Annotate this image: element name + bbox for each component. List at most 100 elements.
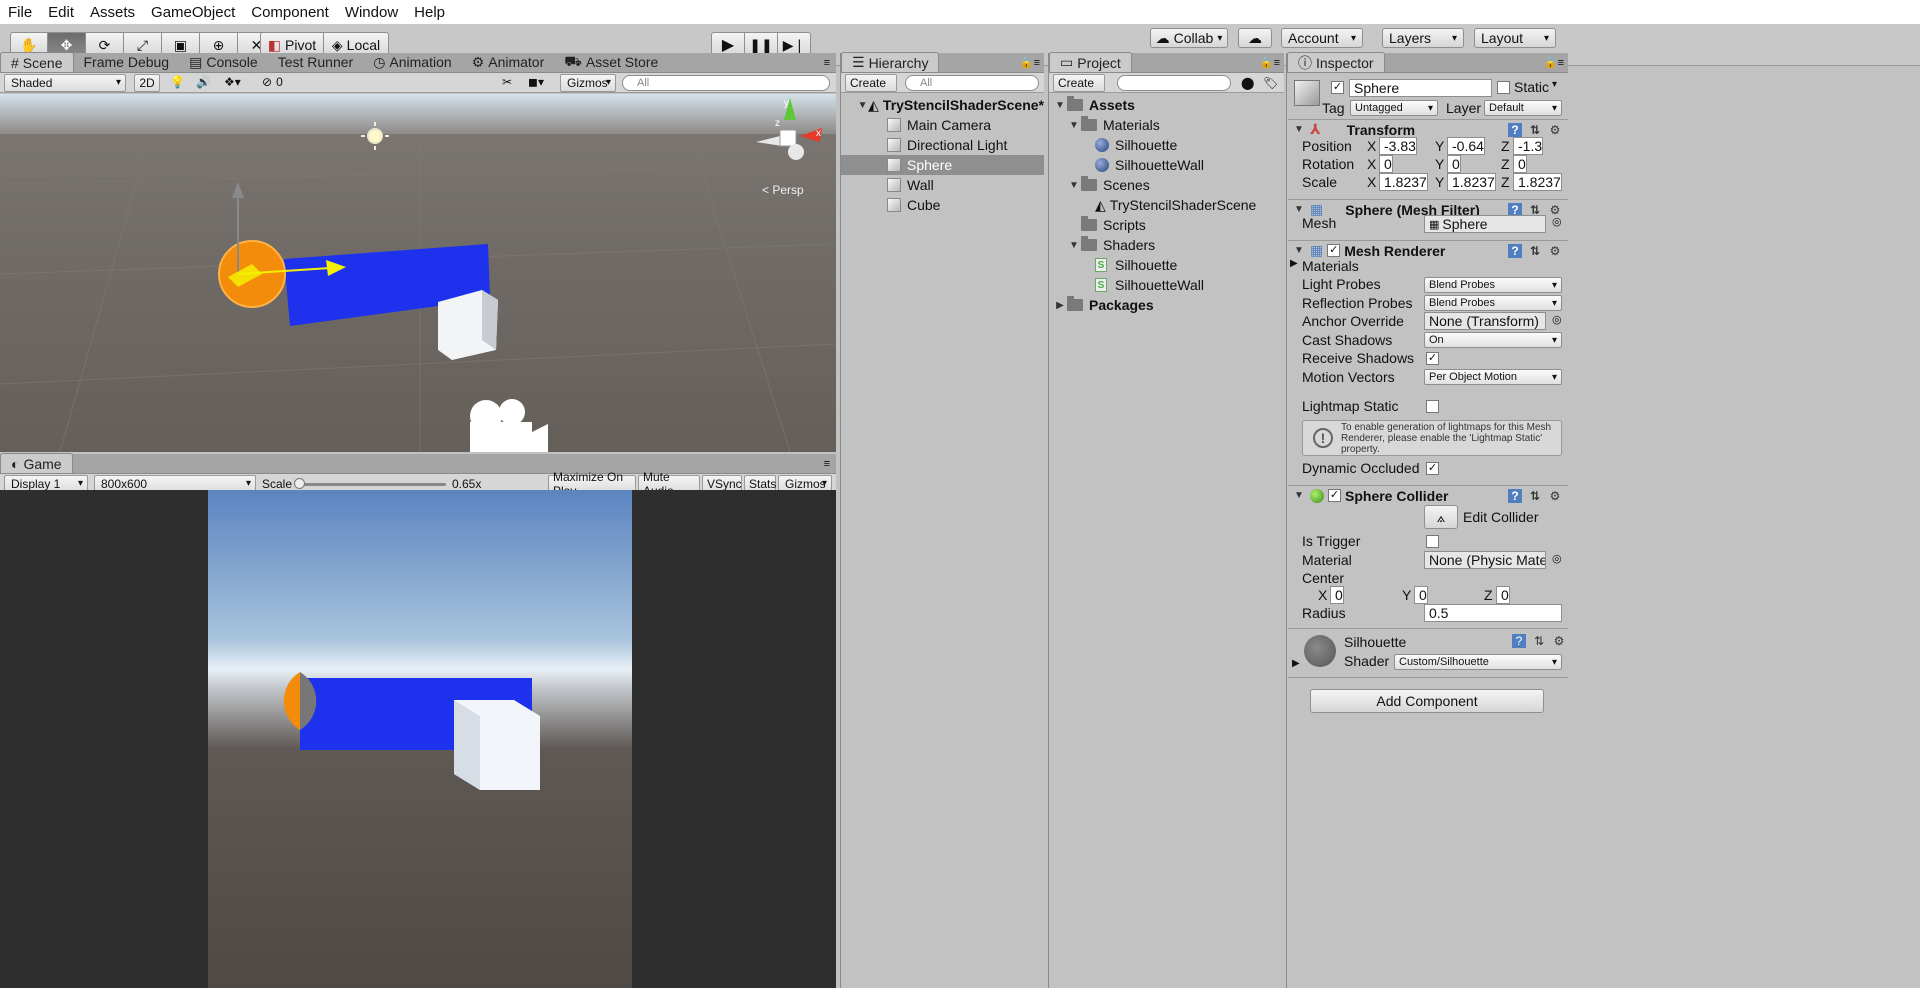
menu-assets[interactable]: Assets [82, 4, 143, 21]
project-shader-silhouette[interactable]: S Silhouette [1049, 255, 1284, 275]
lock-icon[interactable]: 🔒≡ [1256, 56, 1284, 69]
layout-dropdown[interactable]: Layout ▾ [1474, 28, 1556, 48]
preset-icon[interactable]: ⇅ [1528, 123, 1542, 137]
scale-x-field[interactable]: 1.8237 [1379, 173, 1428, 191]
hierarchy-item-sphere[interactable]: Sphere [841, 155, 1044, 175]
project-search-input[interactable] [1117, 75, 1231, 91]
object-picker-icon[interactable]: ◎ [1552, 552, 1562, 565]
project-material-silhouette[interactable]: Silhouette [1049, 135, 1284, 155]
scale-slider[interactable] [294, 478, 446, 489]
project-shaders-folder[interactable]: ▼ Shaders [1049, 235, 1284, 255]
project-assets-folder[interactable]: ▼ Assets [1049, 95, 1284, 115]
shader-dropdown[interactable]: Custom/Silhouette [1394, 654, 1562, 670]
preset-icon[interactable]: ⇅ [1532, 634, 1546, 648]
object-name-field[interactable]: Sphere [1349, 79, 1492, 97]
cloud-button[interactable]: ☁ [1238, 28, 1272, 48]
static-checkbox[interactable] [1497, 81, 1510, 94]
lightmap-static-checkbox[interactable] [1426, 400, 1439, 413]
center-y-field[interactable]: 0 [1414, 586, 1428, 604]
tab-frame-debug[interactable]: Frame Debug [74, 52, 180, 72]
collapse-triangle-icon[interactable]: ▶ [1292, 658, 1300, 669]
tab-inspector[interactable]: ⓘ Inspector [1287, 52, 1385, 72]
edit-collider-button[interactable]: ⟑ [1424, 505, 1458, 529]
tools-icon[interactable]: ✂ [502, 75, 512, 89]
position-y-field[interactable]: -0.64 [1447, 137, 1485, 155]
filter-label-icon[interactable]: 🏷 [1263, 76, 1278, 90]
rotation-x-field[interactable]: 0 [1379, 155, 1393, 173]
materials-label[interactable]: Materials [1302, 258, 1359, 274]
hierarchy-item-directional-light[interactable]: Directional Light [841, 135, 1044, 155]
object-picker-icon[interactable]: ◎ [1552, 215, 1562, 228]
gear-icon[interactable]: ⚙ [1548, 489, 1562, 503]
menu-component[interactable]: Component [243, 4, 337, 21]
mesh-renderer-header[interactable]: ▼ ▦ ✓ Mesh Renderer ? ⇅ ⚙ [1288, 240, 1568, 260]
anchor-override-field[interactable]: None (Transform) [1424, 312, 1546, 330]
hierarchy-item-wall[interactable]: Wall [841, 175, 1044, 195]
tab-animation[interactable]: ◷ Animation [363, 52, 461, 72]
scale-y-field[interactable]: 1.8237 [1447, 173, 1496, 191]
menu-help[interactable]: Help [406, 4, 453, 21]
help-icon[interactable]: ? [1508, 488, 1522, 503]
scale-z-field[interactable]: 1.8237 [1513, 173, 1562, 191]
center-x-field[interactable]: 0 [1330, 586, 1344, 604]
object-picker-icon[interactable]: ◎ [1552, 313, 1562, 326]
effects-toggle-icon[interactable]: ❖▾ [224, 75, 241, 89]
collider-material-field[interactable]: None (Physic Materia [1424, 551, 1546, 569]
menu-gameobject[interactable]: GameObject [143, 4, 243, 21]
menu-window[interactable]: Window [337, 4, 406, 21]
menu-file[interactable]: File [0, 4, 40, 21]
camera-dropdown-icon[interactable]: ◼▾ [528, 75, 544, 89]
filter-type-icon[interactable]: ⬤ [1241, 76, 1254, 90]
collapse-triangle-icon[interactable]: ▶ [1290, 258, 1298, 269]
position-z-field[interactable]: -1.3 [1513, 137, 1544, 155]
gear-icon[interactable]: ⚙ [1548, 123, 1562, 137]
help-icon[interactable]: ? [1508, 122, 1522, 137]
help-icon[interactable]: ? [1512, 634, 1526, 648]
gear-icon[interactable]: ⚙ [1552, 634, 1566, 648]
2d-toggle[interactable]: 2D [134, 73, 160, 92]
hidden-objects-toggle[interactable]: ⊘ 0 [262, 75, 283, 89]
light-probes-dropdown[interactable]: Blend Probes [1424, 277, 1562, 293]
project-packages-folder[interactable]: ▶ Packages [1049, 295, 1284, 315]
tag-dropdown[interactable]: Untagged [1350, 100, 1438, 116]
hierarchy-scene-row[interactable]: ▼ ◭ TryStencilShaderScene* [841, 95, 1044, 115]
tab-test-runner[interactable]: Test Runner [268, 52, 363, 72]
panel-menu-icon[interactable]: ≡ [818, 57, 836, 69]
layer-dropdown[interactable]: Default [1484, 100, 1562, 116]
account-dropdown[interactable]: Account ▾ [1281, 28, 1363, 48]
menu-edit[interactable]: Edit [40, 4, 82, 21]
directional-light-icon[interactable] [367, 128, 383, 144]
tab-scene[interactable]: # Scene [0, 52, 74, 72]
shading-dropdown[interactable]: Shaded [4, 73, 126, 92]
camera-gizmo-icon[interactable] [470, 399, 548, 452]
rotation-z-field[interactable]: 0 [1513, 155, 1527, 173]
center-z-field[interactable]: 0 [1496, 586, 1510, 604]
project-scene-file[interactable]: ◭ TryStencilShaderScene [1049, 195, 1284, 215]
hierarchy-item-cube[interactable]: Cube [841, 195, 1044, 215]
rotation-y-field[interactable]: 0 [1447, 155, 1461, 173]
position-x-field[interactable]: -3.83 [1379, 137, 1417, 155]
scale-slider-thumb[interactable] [294, 478, 305, 489]
reflection-probes-dropdown[interactable]: Blend Probes [1424, 295, 1562, 311]
project-materials-folder[interactable]: ▼ Materials [1049, 115, 1284, 135]
hierarchy-search-input[interactable]: All [905, 75, 1039, 91]
mesh-field[interactable]: ▦ Sphere [1424, 215, 1546, 233]
preset-icon[interactable]: ⇅ [1528, 489, 1542, 503]
receive-shadows-checkbox[interactable]: ✓ [1426, 352, 1439, 365]
cast-shadows-dropdown[interactable]: On [1424, 332, 1562, 348]
dynamic-occluded-checkbox[interactable]: ✓ [1426, 462, 1439, 475]
lock-icon[interactable]: 🔒≡ [1016, 56, 1044, 69]
project-create-dropdown[interactable]: Create [1053, 73, 1105, 92]
help-icon[interactable]: ? [1508, 243, 1522, 258]
add-component-button[interactable]: Add Component [1310, 689, 1544, 713]
project-material-silhouettewall[interactable]: SilhouetteWall [1049, 155, 1284, 175]
collab-button[interactable]: ☁ Collab ▾ [1150, 28, 1228, 48]
project-shader-silhouettewall[interactable]: S SilhouetteWall [1049, 275, 1284, 295]
project-scenes-folder[interactable]: ▼ Scenes [1049, 175, 1284, 195]
chevron-down-icon[interactable]: ▾ [1552, 79, 1557, 90]
game-view[interactable] [0, 490, 836, 988]
tab-hierarchy[interactable]: ☰ Hierarchy [841, 52, 940, 72]
lighting-toggle-icon[interactable]: 💡 [170, 75, 185, 89]
gear-icon[interactable]: ⚙ [1548, 244, 1562, 258]
radius-field[interactable]: 0.5 [1424, 604, 1562, 622]
